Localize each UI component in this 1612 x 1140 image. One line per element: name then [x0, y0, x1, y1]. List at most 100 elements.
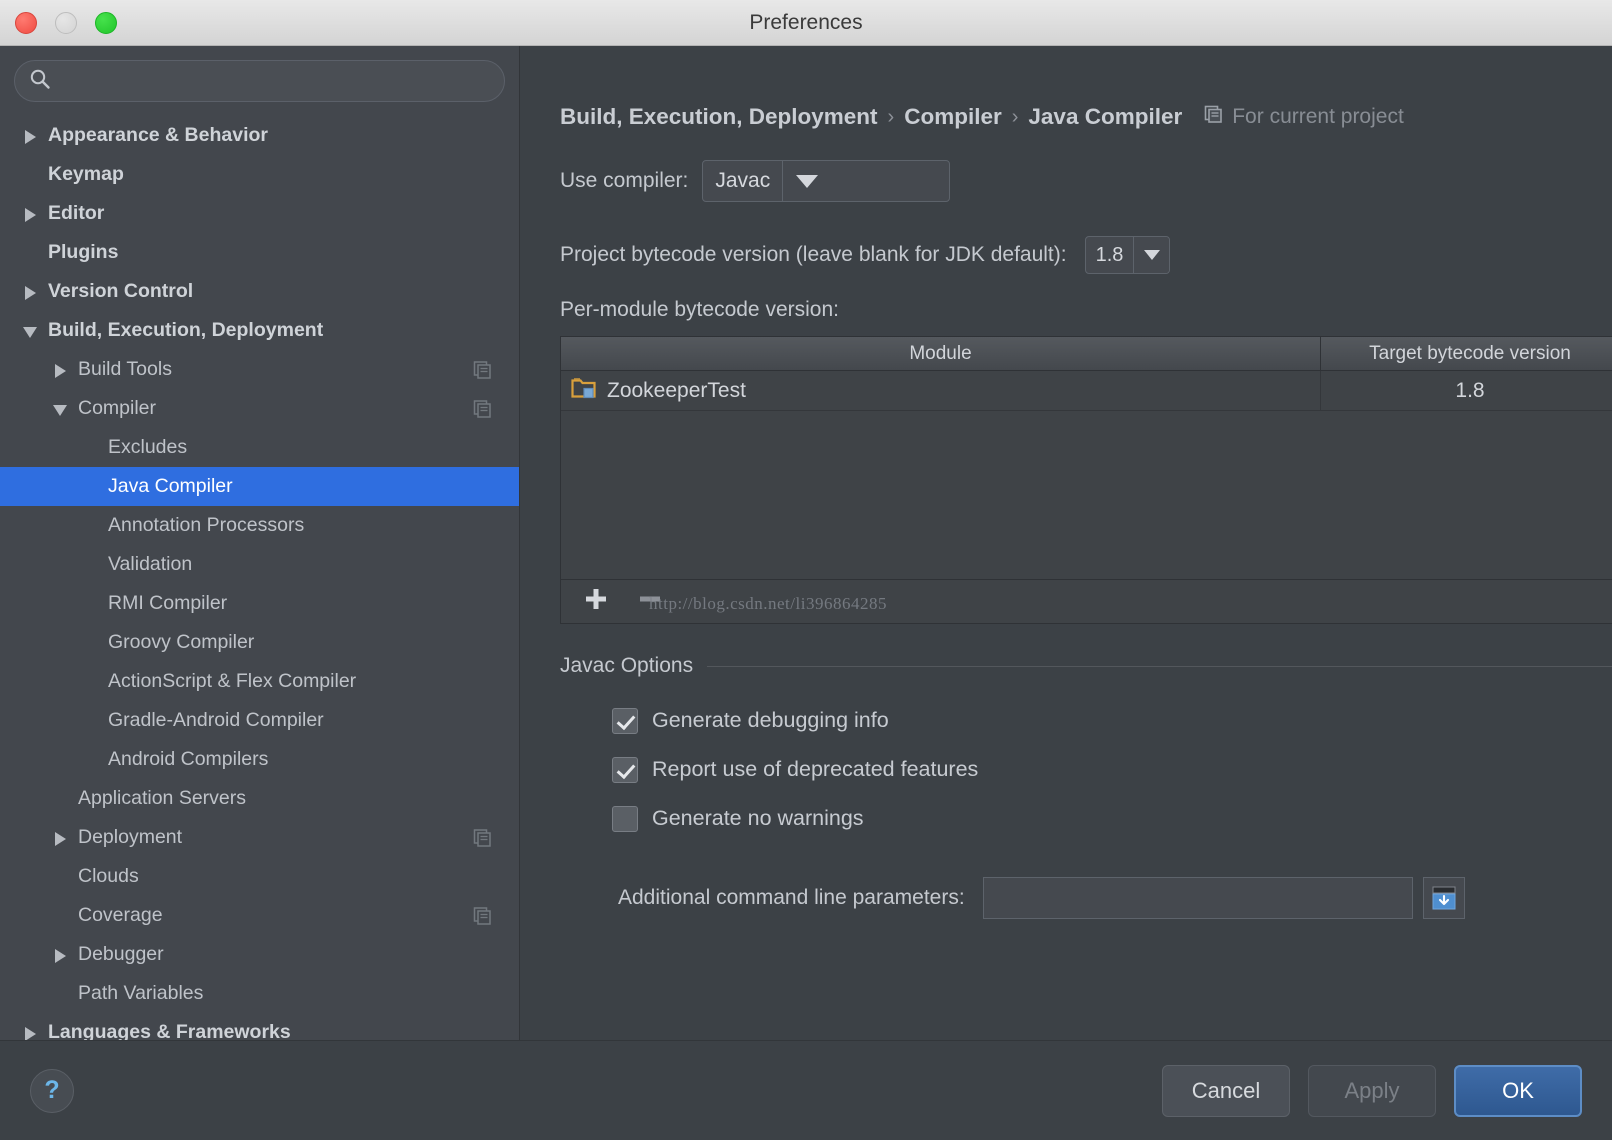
project-bytecode-select[interactable]: 1.8: [1084, 236, 1171, 274]
sidebar-item-label: Build, Execution, Deployment: [48, 319, 324, 341]
cell-module-label: ZookeeperTest: [607, 378, 746, 402]
sidebar-item-plugins[interactable]: Plugins: [0, 233, 519, 272]
chevron-right-icon[interactable]: [52, 946, 70, 964]
chevron-down-icon[interactable]: [52, 400, 70, 418]
sidebar-item-actionscript-flex-compiler[interactable]: ActionScript & Flex Compiler: [0, 662, 519, 701]
insert-macro-button[interactable]: [1422, 877, 1465, 919]
sidebar-item-application-servers[interactable]: Application Servers: [0, 779, 519, 818]
sidebar-item-label: Clouds: [78, 865, 139, 887]
project-scope-icon: [473, 399, 493, 425]
use-compiler-value: Javac: [715, 169, 771, 192]
chevron-right-icon[interactable]: [22, 283, 40, 301]
sidebar-item-deployment[interactable]: Deployment: [0, 818, 519, 857]
sidebar-item-label: Editor: [48, 202, 105, 224]
sidebar-item-groovy-compiler[interactable]: Groovy Compiler: [0, 623, 519, 662]
sidebar-item-clouds[interactable]: Clouds: [0, 857, 519, 896]
sidebar-item-label: Debugger: [78, 943, 164, 965]
sidebar-item-gradle-android-compiler[interactable]: Gradle-Android Compiler: [0, 701, 519, 740]
sidebar-item-label: Build Tools: [78, 358, 172, 380]
search-container: [0, 46, 519, 110]
sidebar-item-java-compiler[interactable]: Java Compiler: [0, 467, 519, 506]
cell-target-bytecode-version[interactable]: 1.8: [1321, 371, 1612, 410]
per-module-label: Per-module bytecode version:: [560, 298, 839, 321]
module-folder-icon: [571, 376, 597, 406]
minimize-button[interactable]: [55, 12, 77, 34]
twisty-placeholder: [52, 907, 70, 925]
sidebar-item-compiler[interactable]: Compiler: [0, 389, 519, 428]
project-scope-label: For current project: [1232, 105, 1404, 128]
use-compiler-select[interactable]: Javac: [702, 160, 951, 202]
checkbox-generate-debugging-info[interactable]: [612, 707, 638, 734]
search-input[interactable]: [61, 71, 490, 91]
sidebar-item-excludes[interactable]: Excludes: [0, 428, 519, 467]
additional-params-input[interactable]: [982, 877, 1413, 919]
table-row[interactable]: ZookeeperTest 1.8: [561, 371, 1612, 411]
remove-module-button[interactable]: [635, 584, 665, 619]
chevron-right-icon[interactable]: [52, 829, 70, 847]
chevron-down-icon[interactable]: [22, 322, 40, 340]
chevron-right-icon[interactable]: [22, 205, 40, 223]
checkbox-generate-no-warnings[interactable]: [612, 805, 638, 832]
checkbox-row[interactable]: Generate debugging info: [612, 696, 1612, 745]
chevron-right-icon[interactable]: [52, 361, 70, 379]
sidebar-item-label: Deployment: [78, 826, 183, 848]
use-compiler-row: Use compiler: Javac: [560, 160, 1572, 202]
breadcrumb-part-1[interactable]: Build, Execution, Deployment: [560, 104, 878, 130]
column-header-target-bytecode-version[interactable]: Target bytecode version: [1321, 337, 1612, 370]
group-divider: [707, 665, 1612, 667]
ok-button[interactable]: OK: [1454, 1064, 1582, 1117]
sidebar-item-path-variables[interactable]: Path Variables: [0, 974, 519, 1013]
chevron-right-icon[interactable]: [22, 127, 40, 145]
twisty-placeholder: [82, 673, 100, 691]
search-box[interactable]: [14, 60, 505, 102]
sidebar-item-annotation-processors[interactable]: Annotation Processors: [0, 506, 519, 545]
cancel-button[interactable]: Cancel: [1162, 1064, 1290, 1117]
settings-tree[interactable]: Appearance & Behavior Keymap Editor Plugins…: [0, 110, 519, 1040]
chevron-right-icon[interactable]: [22, 1024, 40, 1040]
additional-params-row: Additional command line parameters:: [560, 877, 1612, 919]
window-controls: [15, 12, 117, 34]
sidebar-item-label: Path Variables: [78, 982, 204, 1004]
search-icon: [29, 68, 51, 95]
sidebar-item-build-execution-deployment[interactable]: Build, Execution, Deployment: [0, 311, 519, 350]
sidebar-item-languages-frameworks[interactable]: Languages & Frameworks: [0, 1013, 519, 1040]
sidebar-item-android-compilers[interactable]: Android Compilers: [0, 740, 519, 779]
cell-module[interactable]: ZookeeperTest: [561, 371, 1321, 410]
sidebar-item-version-control[interactable]: Version Control: [0, 272, 519, 311]
sidebar-item-rmi-compiler[interactable]: RMI Compiler: [0, 584, 519, 623]
sidebar-item-debugger[interactable]: Debugger: [0, 935, 519, 974]
checkbox-row[interactable]: Generate no warnings: [612, 794, 1612, 843]
checkbox-report-use-of-deprecated-features[interactable]: [612, 756, 638, 783]
sidebar-item-keymap[interactable]: Keymap: [0, 155, 519, 194]
breadcrumb-separator-1: ›: [887, 105, 895, 128]
sidebar-item-validation[interactable]: Validation: [0, 545, 519, 584]
sidebar-item-label: Appearance & Behavior: [48, 124, 268, 146]
sidebar-item-label: Groovy Compiler: [108, 631, 255, 653]
sidebar-item-appearance-behavior[interactable]: Appearance & Behavior: [0, 116, 519, 155]
checkbox-row[interactable]: Report use of deprecated features: [612, 745, 1612, 794]
dialog-body: Appearance & Behavior Keymap Editor Plugins…: [0, 46, 1612, 1040]
chevron-down-icon[interactable]: [1133, 237, 1170, 273]
project-scope-icon: [473, 828, 493, 854]
per-module-table: Module Target bytecode version Zookeeper…: [560, 336, 1612, 624]
apply-button[interactable]: Apply: [1308, 1064, 1436, 1117]
twisty-placeholder: [52, 985, 70, 1003]
javac-options-title-row: Javac Options: [560, 654, 1612, 678]
twisty-placeholder: [82, 439, 100, 457]
sidebar-item-editor[interactable]: Editor: [0, 194, 519, 233]
sidebar-item-coverage[interactable]: Coverage: [0, 896, 519, 935]
twisty-placeholder: [22, 166, 40, 184]
maximize-button[interactable]: [95, 12, 117, 34]
breadcrumb-part-2[interactable]: Compiler: [904, 104, 1002, 130]
dialog-footer: ? Cancel Apply OK: [0, 1040, 1612, 1140]
column-header-module[interactable]: Module: [561, 337, 1321, 370]
help-button[interactable]: ?: [30, 1068, 74, 1113]
project-bytecode-label: Project bytecode version (leave blank fo…: [560, 243, 1067, 266]
add-module-button[interactable]: [581, 584, 611, 619]
javac-options-checkbox-list: Generate debugging info Report use of dep…: [560, 678, 1612, 843]
close-button[interactable]: [15, 12, 37, 34]
chevron-down-icon[interactable]: [782, 161, 831, 201]
sidebar-item-build-tools[interactable]: Build Tools: [0, 350, 519, 389]
breadcrumb-part-3: Java Compiler: [1028, 104, 1183, 129]
breadcrumb: Build, Execution, Deployment › Compiler …: [560, 104, 1572, 130]
